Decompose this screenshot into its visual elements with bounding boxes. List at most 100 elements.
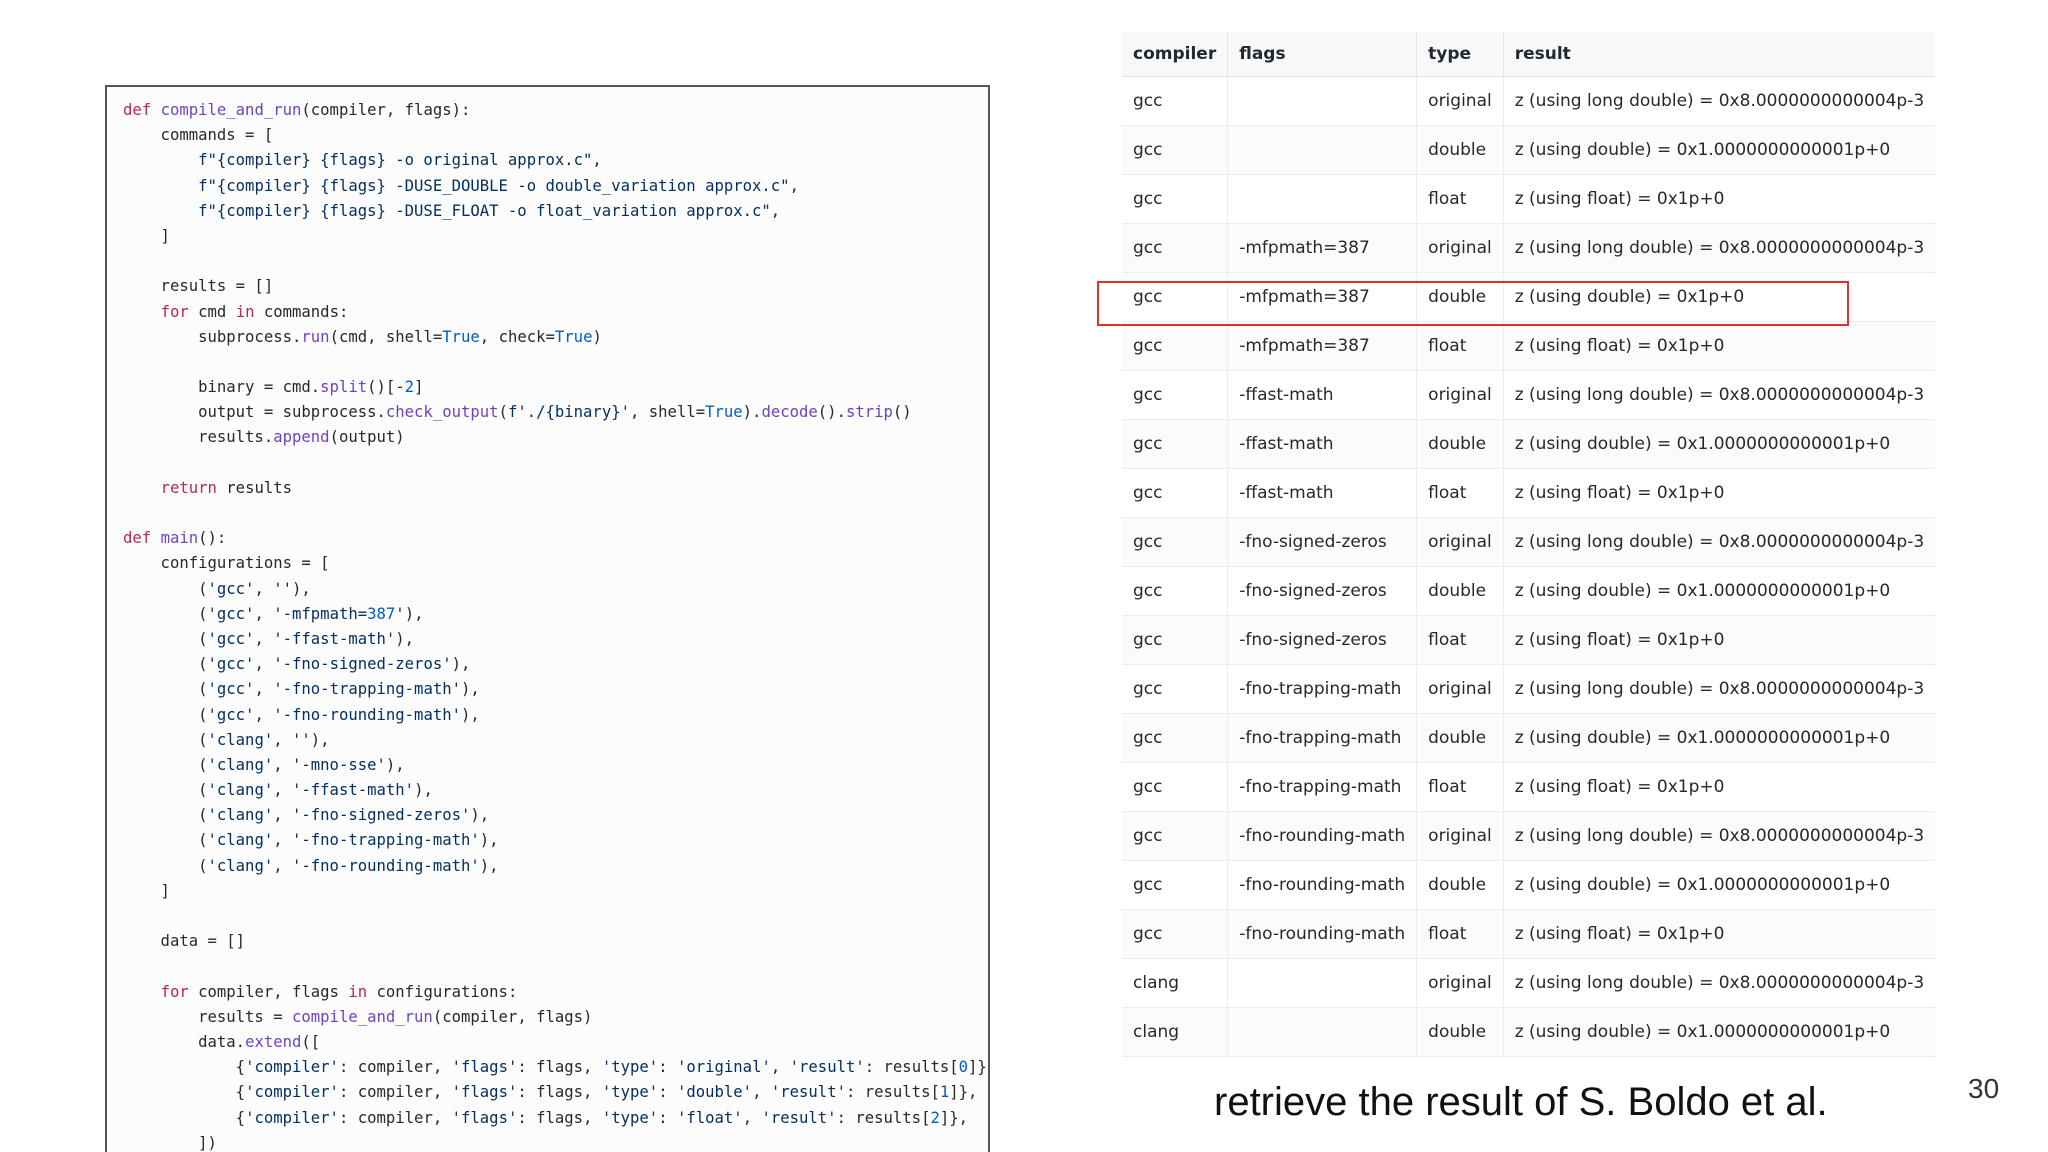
cell-result: z (using float) = 0x1p+0 <box>1503 909 1936 959</box>
table-row: clang double z (using double) = 0x1.000000… <box>1122 1007 1936 1057</box>
table-row: gcc -fno-trapping-math float z (using float… <box>1122 762 1936 812</box>
cell-compiler: gcc <box>1122 174 1229 224</box>
table-row: gcc -fno-trapping-math original z (using lo… <box>1122 664 1936 714</box>
cell-type: double <box>1416 125 1504 175</box>
cell-type: float <box>1416 615 1504 665</box>
code-line: data = [] <box>123 932 246 951</box>
code-line: def main(): <box>123 529 227 548</box>
column-header-type: type <box>1416 32 1504 77</box>
cell-type: original <box>1416 811 1504 861</box>
cell-result: z (using long double) = 0x8.000000000000… <box>1503 664 1936 714</box>
code-line: {'compiler': compiler, 'flags': flags, '… <box>123 1058 988 1077</box>
code-lines: def compile_and_run(compiler, flags): co… <box>123 98 988 1152</box>
code-line: ('gcc', '-fno-trapping-math'), <box>123 680 480 699</box>
cell-type: original <box>1416 664 1504 714</box>
cell-flags: -fno-trapping-math <box>1227 664 1418 714</box>
code-line: ('clang', '-ffast-math'), <box>123 781 433 800</box>
code-line: ('gcc', ''), <box>123 579 311 598</box>
cell-compiler: gcc <box>1122 909 1229 959</box>
code-line: def compile_and_run(compiler, flags): <box>123 101 471 119</box>
table-row: gcc -fno-rounding-math float z (using float… <box>1122 909 1936 959</box>
cell-compiler: gcc <box>1122 370 1229 420</box>
cell-flags: -fno-signed-zeros <box>1227 517 1418 567</box>
table-row: gcc double z (using double) = 0x1.00000000… <box>1122 125 1936 175</box>
table-body: gcc original z (using long double) = 0x8.0… <box>1122 76 1936 1057</box>
code-snippet: def compile_and_run(compiler, flags): co… <box>105 85 990 1152</box>
table-row: gcc -mfpmath=387 original z (using long dou… <box>1122 223 1936 273</box>
column-header-result: result <box>1503 32 1936 77</box>
table-row: gcc -fno-rounding-math double z (using doub… <box>1122 860 1936 910</box>
cell-flags <box>1227 125 1418 175</box>
code-line: ('gcc', '-mfpmath=387'), <box>123 604 424 623</box>
column-header-compiler: compiler <box>1122 32 1229 77</box>
code-line: output = subprocess.check_output(f'./{bi… <box>123 403 912 422</box>
code-line: f"{compiler} {flags} -DUSE_DOUBLE -o dou… <box>198 176 799 195</box>
code-line: commands = [ <box>123 126 274 145</box>
cell-compiler: gcc <box>1122 615 1229 665</box>
code-line: f"{compiler} {flags} -o original approx.… <box>198 151 602 170</box>
table-row: gcc float z (using float) = 0x1p+0 <box>1122 174 1936 224</box>
cell-result: z (using long double) = 0x8.000000000000… <box>1503 958 1936 1008</box>
cell-type: float <box>1416 174 1504 224</box>
code-line: return results <box>160 478 293 497</box>
cell-result: z (using float) = 0x1p+0 <box>1503 762 1936 812</box>
cell-result: z (using double) = 0x1.0000000000001p+0 <box>1503 860 1936 910</box>
code-line: ('clang', '-fno-signed-zeros'), <box>123 806 490 825</box>
cell-type: float <box>1416 468 1504 518</box>
code-line: ('clang', '-mno-sse'), <box>123 755 405 774</box>
table-row: gcc -fno-trapping-math double z (using doub… <box>1122 713 1936 763</box>
results-table-container: compiler flags type result gcc original z … <box>1122 32 1936 1057</box>
cell-flags <box>1227 1007 1418 1057</box>
cell-compiler: gcc <box>1122 76 1229 126</box>
code-line: results = [] <box>123 277 274 296</box>
cell-type: float <box>1416 762 1504 812</box>
cell-compiler: clang <box>1122 1007 1229 1057</box>
code-line: {'compiler': compiler, 'flags': flags, '… <box>123 1083 978 1102</box>
cell-compiler: gcc <box>1122 517 1229 567</box>
cell-type: float <box>1416 321 1504 371</box>
table-row: gcc -fno-signed-zeros double z (using doubl… <box>1122 566 1936 616</box>
cell-result: z (using double) = 0x1.0000000000001p+0 <box>1503 125 1936 175</box>
cell-flags: -mfpmath=387 <box>1227 321 1418 371</box>
cell-flags: -fno-trapping-math <box>1227 762 1418 812</box>
cell-type: original <box>1416 958 1504 1008</box>
table-row: gcc -ffast-math float z (using float) = 0x1… <box>1122 468 1936 518</box>
cell-flags: -fno-signed-zeros <box>1227 566 1418 616</box>
code-line: ('clang', ''), <box>123 730 330 749</box>
cell-compiler: clang <box>1122 958 1229 1008</box>
cell-type: original <box>1416 370 1504 420</box>
cell-flags <box>1227 174 1418 224</box>
code-line: ('gcc', '-ffast-math'), <box>123 629 415 648</box>
slide-caption: retrieve the result of S. Boldo et al. <box>1214 1080 1828 1124</box>
cell-type: double <box>1416 713 1504 763</box>
cell-flags: -fno-signed-zeros <box>1227 615 1418 665</box>
code-line: data.extend([ <box>123 1032 321 1051</box>
code-line: ] <box>123 881 170 900</box>
cell-flags: -mfpmath=387 <box>1227 223 1418 273</box>
cell-flags <box>1227 958 1418 1008</box>
table-row: gcc -ffast-math double z (using double) = 0… <box>1122 419 1936 469</box>
code-line: f"{compiler} {flags} -DUSE_FLOAT -o floa… <box>198 201 781 220</box>
cell-type: original <box>1416 517 1504 567</box>
cell-result: z (using double) = 0x1.0000000000001p+0 <box>1503 1007 1936 1057</box>
cell-result: z (using double) = 0x1.0000000000001p+0 <box>1503 419 1936 469</box>
code-line: for compiler, flags in configurations: <box>160 982 518 1001</box>
table-row: gcc -fno-signed-zeros original z (using lon… <box>1122 517 1936 567</box>
cell-type: double <box>1416 566 1504 616</box>
cell-flags: -fno-rounding-math <box>1227 860 1418 910</box>
cell-result: z (using float) = 0x1p+0 <box>1503 174 1936 224</box>
code-line: subprocess.run(cmd, shell=True, check=Tr… <box>123 327 602 346</box>
cell-type: original <box>1416 223 1504 273</box>
cell-result: z (using long double) = 0x8.000000000000… <box>1503 517 1936 567</box>
code-line: configurations = [ <box>123 554 330 573</box>
cell-result: z (using float) = 0x1p+0 <box>1503 321 1936 371</box>
code-line: ('gcc', '-fno-rounding-math'), <box>123 705 480 724</box>
highlight-box <box>1097 281 1849 326</box>
table-row: gcc -mfpmath=387 float z (using float) = 0x… <box>1122 321 1936 371</box>
cell-flags: -fno-trapping-math <box>1227 713 1418 763</box>
cell-compiler: gcc <box>1122 419 1229 469</box>
